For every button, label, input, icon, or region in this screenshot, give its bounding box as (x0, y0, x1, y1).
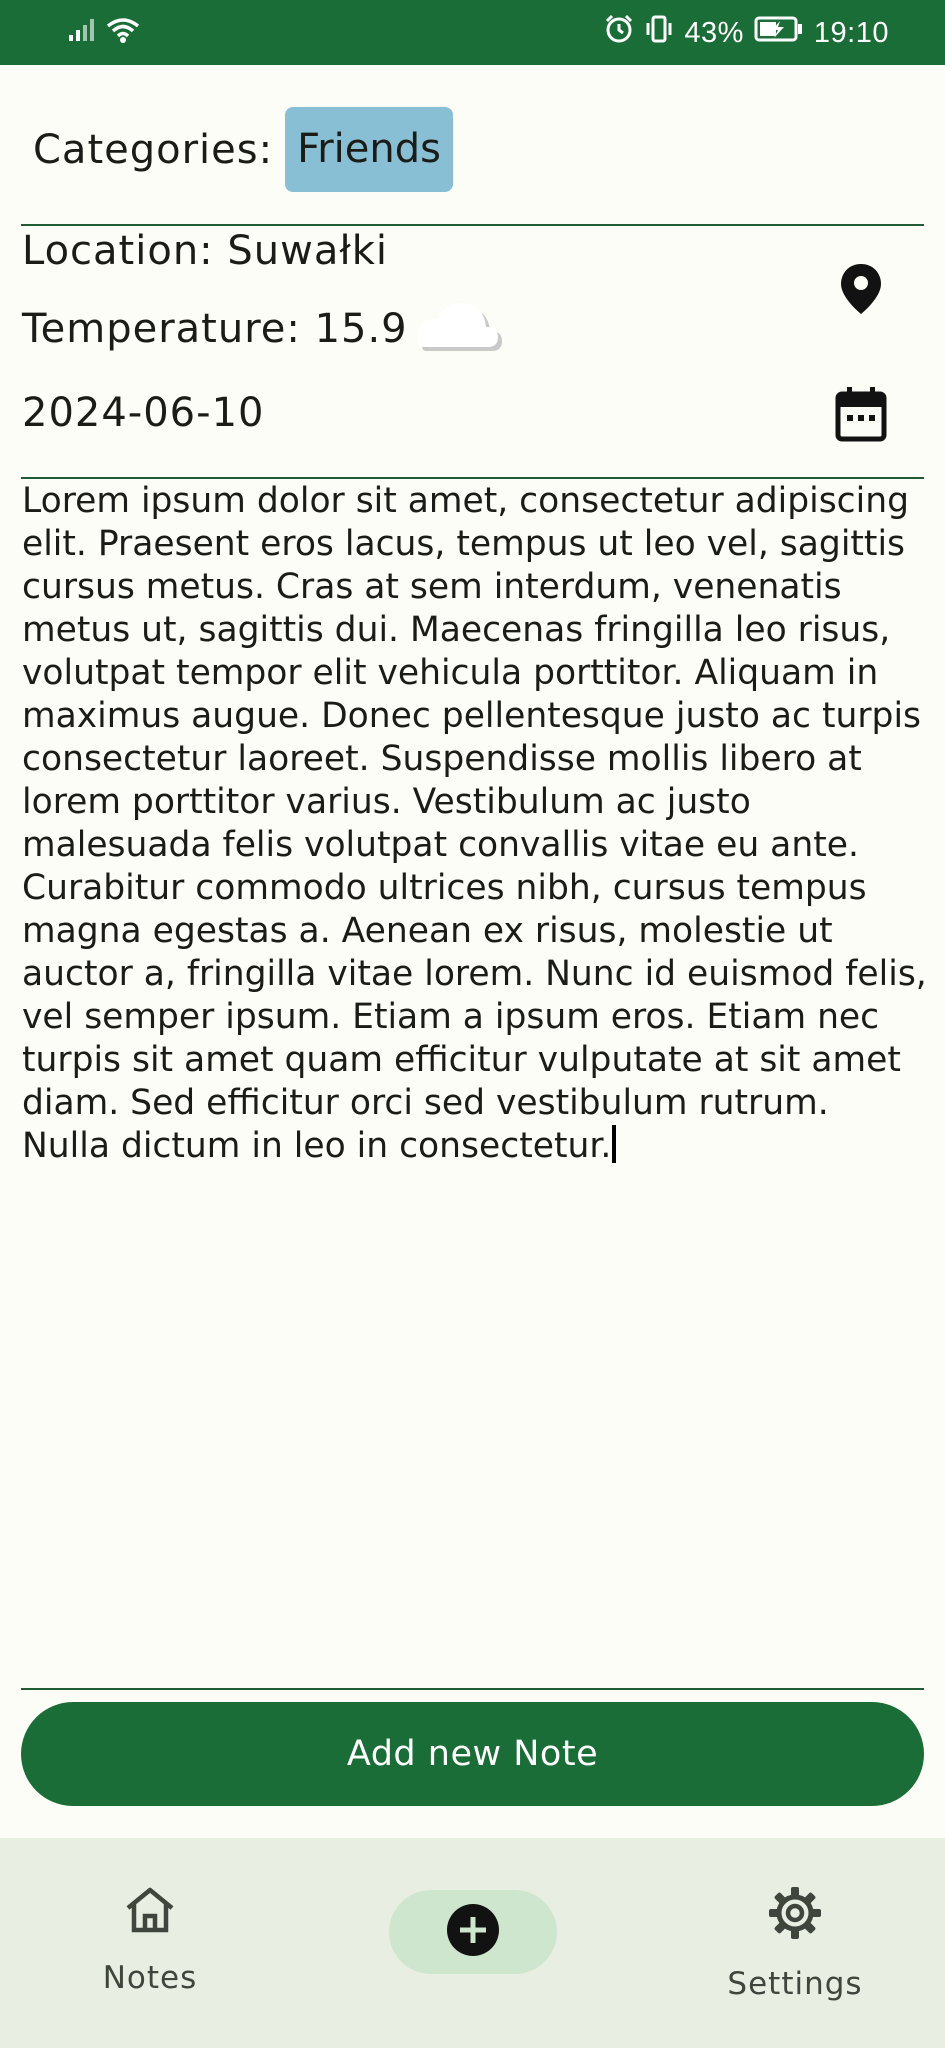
status-bar: 43% 19:10 (0, 0, 945, 65)
cloud-icon (410, 301, 502, 365)
nav-label-notes: Notes (102, 1960, 198, 1996)
categories-label: Categories: (33, 126, 274, 173)
categories-row: Categories: Friends (33, 107, 453, 192)
signal-icon (68, 17, 98, 48)
location-text: Location: Suwałki (22, 228, 388, 274)
home-icon (124, 1887, 176, 1938)
temperature-text: Temperature: 15.9 (22, 306, 408, 352)
alarm-icon (604, 14, 634, 52)
vibrate-icon (644, 14, 674, 52)
text-cursor (612, 1125, 617, 1163)
nav-item-add-note[interactable] (389, 1890, 557, 1974)
bottom-navigation: Notes Settings (0, 1838, 945, 2048)
add-circle-icon (446, 1903, 500, 1961)
gear-icon (768, 1887, 822, 1944)
divider (21, 477, 924, 479)
wifi-icon (106, 16, 140, 49)
battery-charging-icon (754, 15, 804, 51)
location-pin-icon[interactable] (839, 262, 883, 320)
divider (21, 1688, 924, 1690)
nav-label-settings: Settings (727, 1966, 863, 2002)
category-chip-friends[interactable]: Friends (285, 107, 453, 192)
note-body-field[interactable]: Lorem ipsum dolor sit amet, consectetur … (22, 480, 927, 1168)
nav-item-notes[interactable]: Notes (100, 1886, 200, 1996)
temperature-row: Temperature: 15.9 (22, 293, 502, 365)
battery-percent: 43% (684, 16, 744, 49)
date-text: 2024-06-10 (22, 390, 265, 436)
calendar-icon[interactable] (835, 386, 887, 446)
nav-item-settings[interactable]: Settings (710, 1886, 880, 2002)
add-new-note-button[interactable]: Add new Note (21, 1702, 924, 1806)
divider (21, 224, 924, 226)
note-body-text: Lorem ipsum dolor sit amet, consectetur … (22, 481, 927, 1166)
clock: 19:10 (813, 16, 889, 49)
